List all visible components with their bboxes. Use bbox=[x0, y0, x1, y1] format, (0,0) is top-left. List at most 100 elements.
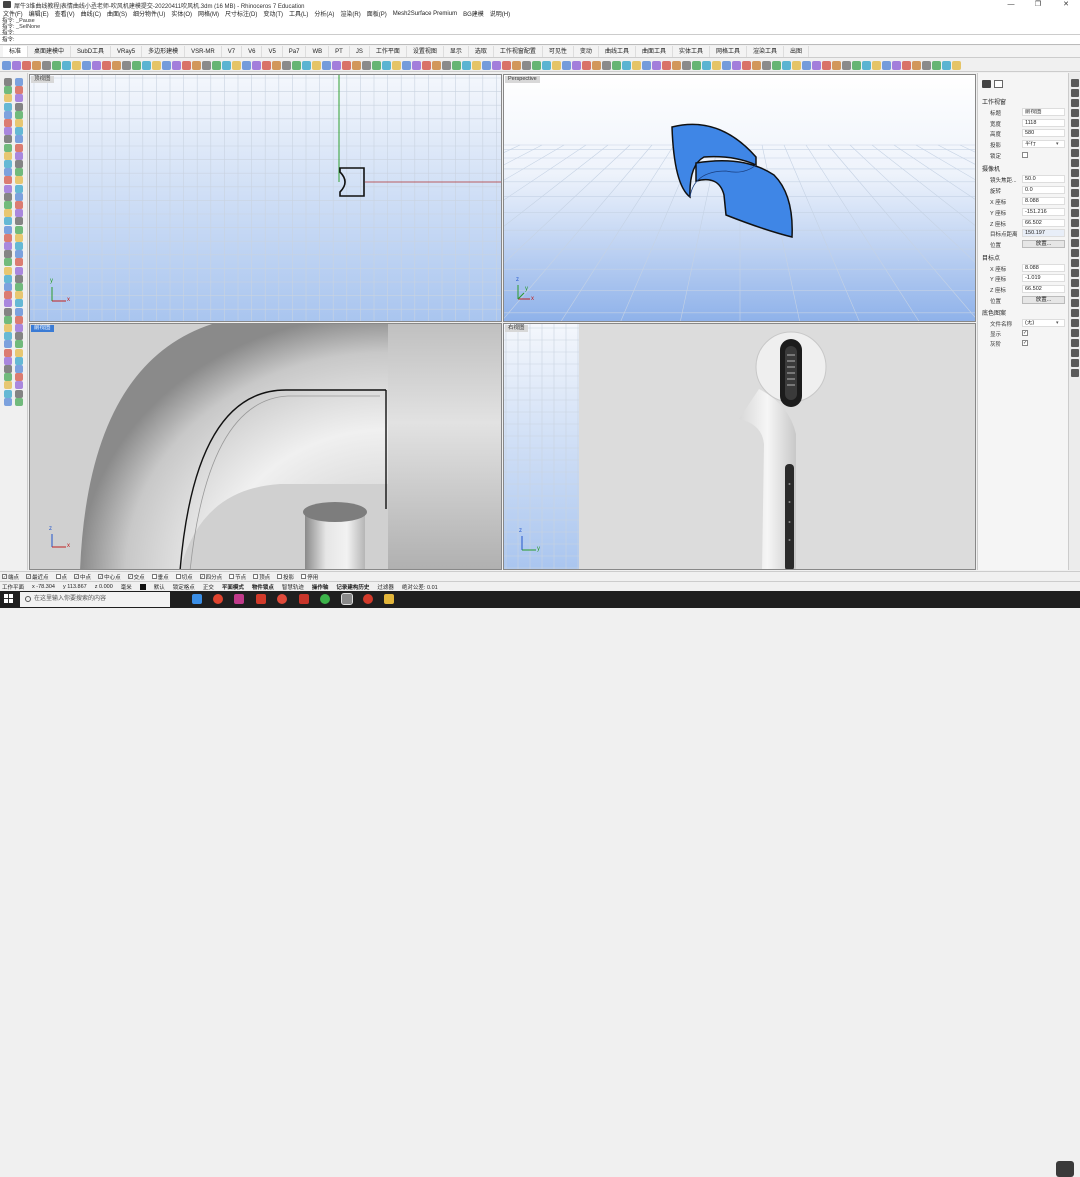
osnap-checkbox[interactable] bbox=[175, 574, 181, 579]
tool-button[interactable] bbox=[15, 389, 23, 398]
command-prompt-input[interactable]: 指令: bbox=[0, 35, 1080, 45]
side-panel-tab[interactable] bbox=[1071, 139, 1079, 147]
tool-button[interactable] bbox=[4, 176, 12, 185]
tool-button[interactable] bbox=[4, 315, 12, 324]
tool-button[interactable] bbox=[15, 119, 23, 127]
toolbar-button[interactable] bbox=[512, 60, 521, 70]
toolbar-button[interactable] bbox=[532, 60, 541, 70]
tab-js[interactable]: JS bbox=[350, 46, 370, 57]
menu-curve[interactable]: 曲线(C) bbox=[81, 9, 101, 18]
toolbar-button[interactable] bbox=[942, 60, 951, 70]
toolbar-button[interactable] bbox=[582, 60, 591, 70]
toolbar-button[interactable] bbox=[42, 60, 51, 70]
toolbar-button[interactable] bbox=[332, 60, 341, 70]
tab-vsr-mr[interactable]: VSR-MR bbox=[185, 46, 222, 57]
toolbar-button[interactable] bbox=[132, 60, 141, 70]
side-panel-tab[interactable] bbox=[1071, 189, 1079, 197]
tool-button[interactable] bbox=[4, 225, 12, 234]
tool-button[interactable] bbox=[4, 274, 12, 283]
maximize-button[interactable]: ❐ bbox=[1028, 0, 1048, 9]
height-field[interactable]: 580 bbox=[1022, 129, 1065, 137]
tool-button[interactable] bbox=[4, 143, 12, 152]
toolbar-button[interactable] bbox=[172, 60, 181, 70]
tab-visibility[interactable]: 可见性 bbox=[543, 46, 574, 57]
osnap-option[interactable]: ✓ 交点 bbox=[127, 573, 145, 581]
toolbar-button[interactable] bbox=[12, 60, 21, 70]
tool-button[interactable] bbox=[15, 176, 23, 185]
cam-z-field[interactable]: 66.502 bbox=[1022, 219, 1065, 227]
locked-checkbox[interactable] bbox=[1022, 152, 1028, 158]
tab-mesh-tools[interactable]: 网格工具 bbox=[710, 46, 747, 57]
osnap-checkbox[interactable] bbox=[301, 574, 307, 579]
toolbar-button[interactable] bbox=[82, 60, 91, 70]
osnap-option[interactable]: 切点 bbox=[175, 573, 193, 581]
app-icon[interactable] bbox=[299, 594, 309, 604]
toolbar-button[interactable] bbox=[312, 60, 321, 70]
tool-button[interactable] bbox=[15, 160, 23, 168]
toolbar-button[interactable] bbox=[152, 60, 161, 70]
osnap-checkbox[interactable] bbox=[229, 574, 235, 579]
task-view-icon[interactable] bbox=[192, 594, 202, 604]
tab-pa7[interactable]: Pa7 bbox=[283, 46, 307, 57]
side-panel-tab[interactable] bbox=[1071, 289, 1079, 297]
viewport-label-right[interactable]: 右视图 bbox=[505, 325, 528, 332]
toolbar-button[interactable] bbox=[772, 60, 781, 70]
tool-button[interactable] bbox=[4, 299, 12, 308]
cplane-label[interactable]: 工作平面 bbox=[2, 583, 24, 591]
tool-button[interactable] bbox=[15, 397, 23, 406]
tool-button[interactable] bbox=[15, 168, 23, 177]
toolbar-button[interactable] bbox=[702, 60, 711, 70]
rhino-app-icon[interactable] bbox=[3, 1, 11, 8]
tab-subd-tools[interactable]: SubD工具 bbox=[71, 46, 112, 57]
toolbar-button[interactable] bbox=[722, 60, 731, 70]
toolbar-button[interactable] bbox=[812, 60, 821, 70]
tool-button[interactable] bbox=[4, 381, 12, 390]
tab-vray5[interactable]: VRay5 bbox=[111, 46, 143, 57]
toolbar-button[interactable] bbox=[22, 60, 31, 70]
tool-button[interactable] bbox=[15, 110, 23, 119]
viewport-label-top[interactable]: 顶视图 bbox=[31, 76, 54, 83]
osnap-option[interactable]: 垂点 bbox=[151, 573, 169, 581]
toolbar-button[interactable] bbox=[362, 60, 371, 70]
toolbar-button[interactable] bbox=[72, 60, 81, 70]
side-panel-tab[interactable] bbox=[1071, 239, 1079, 247]
menu-analyze[interactable]: 分析(A) bbox=[314, 9, 334, 18]
toolbar-button[interactable] bbox=[212, 60, 221, 70]
cam-x-field[interactable]: 8.088 bbox=[1022, 197, 1065, 205]
tool-button[interactable] bbox=[15, 365, 23, 373]
osnap-option[interactable]: ✓ 四分点 bbox=[199, 573, 222, 581]
tool-button[interactable] bbox=[15, 184, 23, 193]
osnap-option[interactable]: 点 bbox=[55, 573, 67, 581]
menu-tools[interactable]: 工具(L) bbox=[289, 9, 308, 18]
menu-file[interactable]: 文件(F) bbox=[3, 9, 23, 18]
viewport-props-icon[interactable] bbox=[994, 80, 1003, 88]
side-panel-tab[interactable] bbox=[1071, 279, 1079, 287]
toolbar-button[interactable] bbox=[622, 60, 631, 70]
target-distance-field[interactable]: 150.197 bbox=[1022, 229, 1065, 237]
side-panel-tab[interactable] bbox=[1071, 319, 1079, 327]
tool-button[interactable] bbox=[15, 381, 23, 390]
menu-surface[interactable]: 曲面(S) bbox=[107, 9, 127, 18]
toolbar-button[interactable] bbox=[752, 60, 761, 70]
toolbar-button[interactable] bbox=[352, 60, 361, 70]
toolbar-button[interactable] bbox=[712, 60, 721, 70]
side-panel-tab[interactable] bbox=[1071, 149, 1079, 157]
toolbar-button[interactable] bbox=[102, 60, 111, 70]
menu-subd[interactable]: 细分物件(U) bbox=[133, 9, 165, 18]
side-panel-tab[interactable] bbox=[1071, 269, 1079, 277]
place-camera-button[interactable]: 放置... bbox=[1022, 240, 1065, 248]
chevron-down-icon[interactable]: ▾ bbox=[1056, 320, 1059, 326]
side-panel-tab[interactable] bbox=[1071, 129, 1079, 137]
status-filter[interactable]: 过滤器 bbox=[377, 583, 394, 591]
osnap-option[interactable]: 顶点 bbox=[253, 573, 270, 581]
side-panel-tab[interactable] bbox=[1071, 369, 1079, 377]
toolbar-button[interactable] bbox=[472, 60, 481, 70]
tool-button[interactable] bbox=[15, 274, 23, 283]
menu-mesh[interactable]: 网格(M) bbox=[198, 9, 219, 18]
toolbar-button[interactable] bbox=[892, 60, 901, 70]
show-checkbox[interactable]: ✓ bbox=[1022, 330, 1028, 336]
menu-edit[interactable]: 编辑(E) bbox=[29, 9, 49, 18]
menu-help[interactable]: 说明(H) bbox=[490, 9, 510, 18]
osnap-option[interactable]: 节点 bbox=[229, 573, 246, 581]
toolbar-button[interactable] bbox=[242, 60, 251, 70]
